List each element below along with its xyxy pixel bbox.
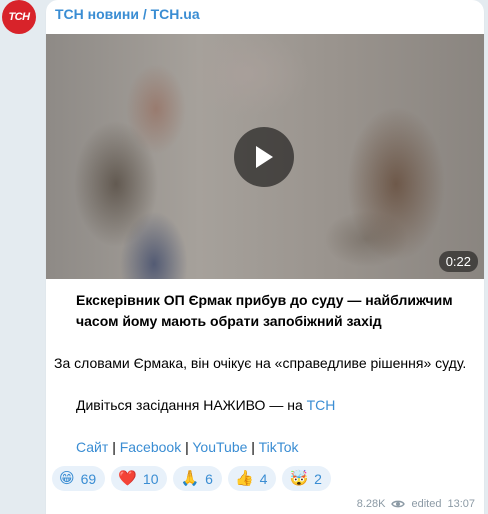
post-headline: Екскерівник ОП Єрмак прибув до суду — на…: [76, 292, 453, 329]
heart-emoji-icon: ❤️: [118, 470, 137, 487]
video-thumbnail[interactable]: 0:22: [46, 34, 484, 279]
pray-emoji-icon: 🙏: [180, 470, 200, 487]
reaction-count: 10: [142, 470, 159, 487]
reaction-count: 2: [314, 470, 322, 487]
message-bubble: ТСН новини / TCH.ua 0:22 Екскерівник ОП …: [46, 0, 484, 514]
reaction-pray[interactable]: 🙏 6: [173, 466, 222, 491]
link-tiktok[interactable]: TikTok: [259, 439, 299, 455]
link-separator: |: [251, 439, 255, 455]
message-time: 13:07: [447, 498, 475, 510]
video-duration: 0:22: [438, 251, 478, 272]
play-icon: [256, 146, 273, 168]
reaction-count: 69: [80, 470, 97, 487]
link-separator: |: [112, 439, 116, 455]
edited-label: edited: [411, 498, 442, 510]
play-button[interactable]: [234, 127, 294, 187]
reactions-bar: 😁 69 ❤️ 10 🙏 6 👍 4 🤯 2: [52, 466, 331, 491]
message-footer: 8.28K edited 13:07: [357, 498, 475, 510]
eye-icon: [391, 500, 406, 508]
view-count: 8.28K: [356, 498, 386, 510]
grin-emoji-icon: 😁: [59, 470, 75, 487]
watch-line: Дивіться засідання НАЖИВО — на ТСН: [54, 395, 478, 416]
reaction-thumbs-up[interactable]: 👍 4: [227, 466, 277, 491]
reaction-heart[interactable]: ❤️ 10: [111, 466, 168, 491]
reaction-count: 4: [259, 470, 268, 487]
channel-avatar-text: TCH: [8, 11, 30, 23]
channel-avatar[interactable]: TCH: [2, 0, 36, 34]
watch-prefix: Дивіться засідання НАЖИВО — на: [76, 397, 307, 413]
link-youtube[interactable]: YouTube: [192, 439, 247, 455]
reaction-count: 6: [205, 470, 213, 487]
channel-name[interactable]: ТСН новини / TCH.ua: [55, 6, 200, 22]
link-separator: |: [185, 439, 189, 455]
reaction-grin[interactable]: 😁 69: [52, 466, 106, 491]
thumbs-up-emoji-icon: 👍: [234, 470, 254, 487]
link-facebook[interactable]: Facebook: [120, 439, 181, 455]
post-caption: Екскерівник ОП Єрмак прибув до суду — на…: [54, 290, 478, 458]
link-site[interactable]: Сайт: [76, 439, 108, 455]
reaction-mind-blown[interactable]: 🤯 2: [282, 466, 331, 491]
mind-blown-emoji-icon: 🤯: [289, 470, 309, 487]
links-line: Сайт | Facebook | YouTube | TikTok: [54, 437, 478, 458]
post-body: За словами Єрмака, він очікує на «справе…: [54, 355, 467, 371]
watch-link[interactable]: ТСН: [307, 397, 336, 413]
